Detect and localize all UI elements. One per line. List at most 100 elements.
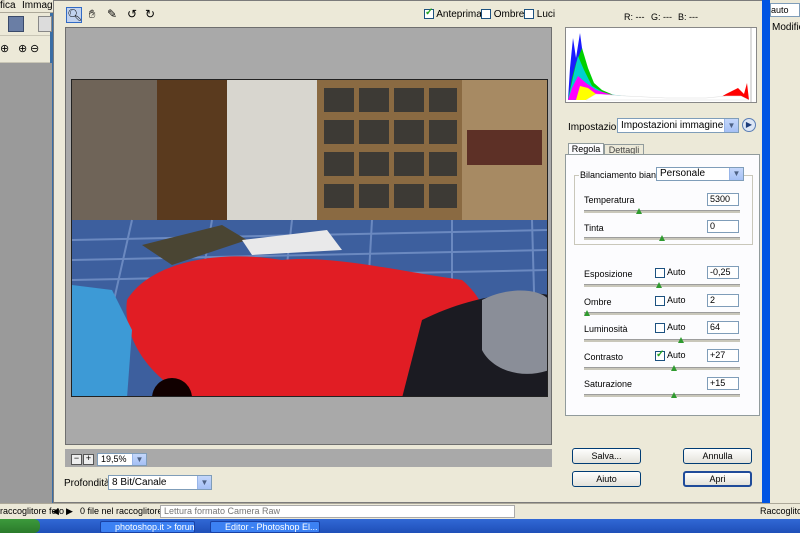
status-nav-back-icon[interactable]: ◀	[52, 506, 59, 517]
zoom-tool-icon[interactable]: 🔍︎	[66, 7, 82, 23]
contrast-label: Contrasto	[584, 352, 624, 362]
zoom-select[interactable]: 19,5% ▼	[97, 453, 147, 466]
readout-r: R: ---	[624, 12, 645, 22]
contrast-slider[interactable]	[584, 367, 740, 370]
zoom-out-icon[interactable]: −	[71, 454, 82, 465]
window-border	[762, 0, 770, 503]
white-balance-select[interactable]: Personale ▼	[656, 167, 744, 181]
brightness-slider-thumb[interactable]	[677, 337, 684, 343]
right-panel-field[interactable]: auto	[770, 3, 800, 17]
save-button[interactable]: Salva...	[572, 448, 641, 464]
readout-b: B: ---	[678, 12, 698, 22]
brightness-auto-checkbox[interactable]: Auto	[655, 322, 686, 333]
settings-menu-icon[interactable]: ▶	[742, 118, 756, 132]
shadows-slider-thumb[interactable]	[584, 310, 591, 316]
status-bin-label: Raccoglitore	[760, 506, 800, 516]
cancel-button[interactable]: Annulla	[683, 448, 752, 464]
hand-tool-icon[interactable]: ✋︎	[84, 7, 100, 23]
shadows-auto-check-icon[interactable]	[655, 295, 665, 306]
saturation-input[interactable]: +15	[707, 377, 739, 390]
exposure-slider[interactable]	[584, 284, 740, 287]
tint-slider-thumb[interactable]	[659, 235, 665, 241]
tint-label: Tinta	[584, 223, 604, 233]
chevron-down-icon[interactable]: ▼	[197, 476, 211, 489]
preview-checkbox[interactable]: Anteprima	[424, 7, 482, 20]
right-panel-label: Modific	[772, 22, 800, 33]
readout-g: G: ---	[651, 12, 672, 22]
white-balance-value: Personale	[660, 168, 706, 179]
preview-label: Anteprima	[436, 9, 482, 20]
shadows-slider[interactable]	[584, 312, 740, 315]
app-toolbar	[0, 13, 52, 36]
temperature-input[interactable]: 5300	[707, 193, 739, 206]
zoom-tool-icon[interactable]: ⊕	[0, 42, 9, 55]
preview-image[interactable]	[71, 79, 548, 397]
settings-select[interactable]: Impostazioni immagine ▼	[617, 118, 739, 133]
highlights-checkbox[interactable]: Luci	[524, 9, 555, 20]
brightness-auto-check-icon[interactable]	[655, 322, 665, 333]
exposure-auto-checkbox[interactable]: Auto	[655, 267, 686, 278]
tint-input[interactable]: 0	[707, 220, 739, 233]
open-button[interactable]: Apri	[683, 471, 752, 487]
zoom-bar: − + 19,5% ▼	[65, 449, 552, 467]
app-workspace	[0, 63, 52, 503]
exposure-auto-check-icon[interactable]	[655, 267, 665, 278]
chevron-down-icon[interactable]: ▼	[729, 168, 743, 180]
exposure-input[interactable]: -0,25	[707, 266, 739, 279]
exposure-auto-label: Auto	[667, 267, 686, 277]
highlights-check-icon[interactable]	[524, 9, 534, 20]
highlights-label: Luci	[536, 9, 556, 20]
zoom-in-icon[interactable]: +	[83, 454, 94, 465]
zoom-value: 19,5%	[101, 454, 127, 464]
chevron-down-icon[interactable]: ▼	[132, 454, 146, 465]
contrast-auto-checkbox[interactable]: Auto	[655, 349, 686, 361]
shadows-auto-label: Auto	[667, 295, 686, 305]
saturation-slider[interactable]	[584, 394, 740, 397]
app-options-bar: ⊕ ⊕ ⊖	[0, 36, 50, 63]
shadows-auto-checkbox[interactable]: Auto	[655, 295, 686, 306]
status-file-count: 0 file nel raccoglitore	[80, 506, 163, 516]
saturation-label: Saturazione	[584, 379, 633, 389]
app-right-panel: auto Modific	[770, 0, 800, 503]
brightness-slider[interactable]	[584, 339, 740, 342]
depth-label: Profondità:	[64, 478, 113, 489]
contrast-input[interactable]: +27	[707, 349, 739, 362]
contrast-slider-thumb[interactable]	[671, 365, 678, 371]
zoom-out-icon[interactable]: ⊖	[30, 42, 39, 55]
taskbar-item-editor[interactable]: Editor - Photoshop El...	[210, 521, 320, 533]
shadows-checkbox[interactable]: Ombre	[481, 9, 524, 20]
menu-item-immagine[interactable]: Immagi	[22, 0, 55, 11]
contrast-auto-label: Auto	[667, 350, 686, 360]
saturation-slider-thumb[interactable]	[671, 392, 678, 398]
photo-illustration	[72, 80, 547, 396]
taskbar-item-browser[interactable]: photoshop.it > forum f...	[100, 521, 195, 533]
start-button[interactable]	[0, 519, 40, 533]
temperature-slider-thumb[interactable]	[635, 208, 642, 214]
rotate-left-icon[interactable]: ↺	[124, 7, 140, 23]
depth-value: 8 Bit/Canale	[112, 477, 167, 488]
shadows-check-icon[interactable]	[481, 9, 491, 20]
status-field: Lettura formato Camera Raw	[160, 505, 515, 518]
chevron-down-icon[interactable]: ▼	[724, 119, 738, 132]
exposure-slider-thumb[interactable]	[655, 282, 662, 288]
contrast-auto-check-icon[interactable]	[655, 349, 665, 361]
shadows-label: Ombre	[493, 9, 525, 20]
save-icon[interactable]	[8, 16, 24, 32]
rotate-right-icon[interactable]: ↻	[142, 7, 158, 23]
exposure-label: Esposizione	[584, 269, 633, 279]
app-status-bar: raccoglitore foto ◀ ▶ 0 file nel raccogl…	[0, 503, 800, 520]
histogram	[565, 27, 757, 103]
preview-check-icon[interactable]	[424, 7, 434, 20]
menu-item-modifica[interactable]: fica	[0, 0, 16, 11]
help-button[interactable]: Aiuto	[572, 471, 641, 487]
histogram-graph	[568, 28, 752, 102]
status-nav-forward-icon[interactable]: ▶	[66, 506, 73, 517]
zoom-in-icon[interactable]: ⊕	[18, 42, 27, 55]
temperature-slider[interactable]	[584, 210, 740, 213]
depth-select[interactable]: 8 Bit/Canale ▼	[108, 475, 212, 490]
eyedropper-icon[interactable]: ✎	[104, 7, 120, 23]
print-icon[interactable]	[38, 16, 52, 32]
brightness-label: Luminosità	[584, 324, 628, 334]
shadows-input[interactable]: 2	[707, 294, 739, 307]
brightness-input[interactable]: 64	[707, 321, 739, 334]
